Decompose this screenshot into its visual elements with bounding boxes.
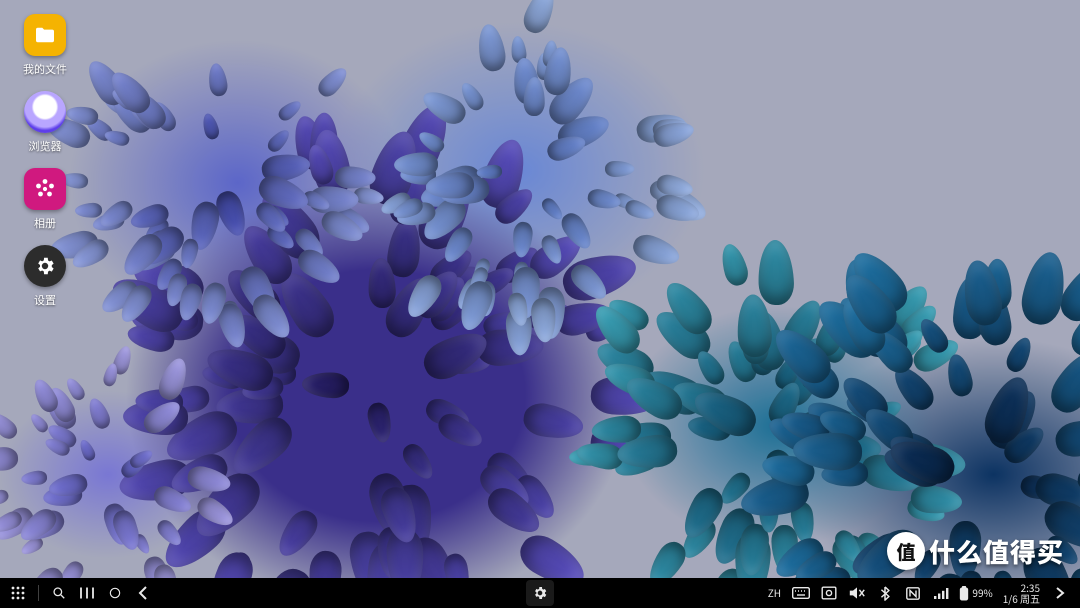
desktop-icon-settings[interactable]: 设置 (10, 245, 80, 308)
screenshot-button[interactable] (817, 581, 841, 605)
ime-indicator[interactable]: ZH (763, 581, 785, 605)
bluetooth-icon[interactable] (873, 581, 897, 605)
desktop-icon-label: 我的文件 (23, 61, 67, 77)
taskbar-divider (38, 585, 39, 601)
app-drawer-button[interactable] (6, 581, 30, 605)
gallery-icon (24, 168, 66, 210)
desktop-icon-label: 浏览器 (29, 138, 62, 154)
browser-icon (24, 91, 66, 133)
clock[interactable]: 2:35 1/6 周五 (999, 583, 1044, 604)
desktop-icon-gallery[interactable]: 相册 (10, 168, 80, 231)
notifications-button[interactable] (1048, 581, 1072, 605)
desktop-icon-browser[interactable]: 浏览器 (10, 91, 80, 154)
battery-indicator[interactable]: 99% (957, 581, 994, 605)
desktop-icon-label: 设置 (34, 292, 56, 308)
search-button[interactable] (47, 581, 71, 605)
battery-text: 99% (972, 588, 992, 598)
keyboard-button[interactable] (789, 581, 813, 605)
home-button[interactable] (103, 581, 127, 605)
signal-icon[interactable] (929, 581, 953, 605)
taskbar: ZH 99% 2:35 1/6 周五 (0, 578, 1080, 608)
settings-icon (24, 245, 66, 287)
recents-button[interactable] (75, 581, 99, 605)
volume-muted-icon[interactable] (845, 581, 869, 605)
desktop: 我的文件 浏览器 相册 设置 (0, 0, 1080, 578)
folder-icon (24, 14, 66, 56)
running-app-settings[interactable] (526, 580, 554, 606)
desktop-icon-my-files[interactable]: 我的文件 (10, 14, 80, 77)
desktop-icon-label: 相册 (34, 215, 56, 231)
nfc-icon[interactable] (901, 581, 925, 605)
back-button[interactable] (131, 581, 155, 605)
watermark: 值 什么值得买 (887, 532, 1064, 570)
watermark-badge: 值 (887, 532, 925, 570)
date-text: 1/6 周五 (1003, 594, 1040, 604)
watermark-text: 什么值得买 (929, 533, 1064, 570)
